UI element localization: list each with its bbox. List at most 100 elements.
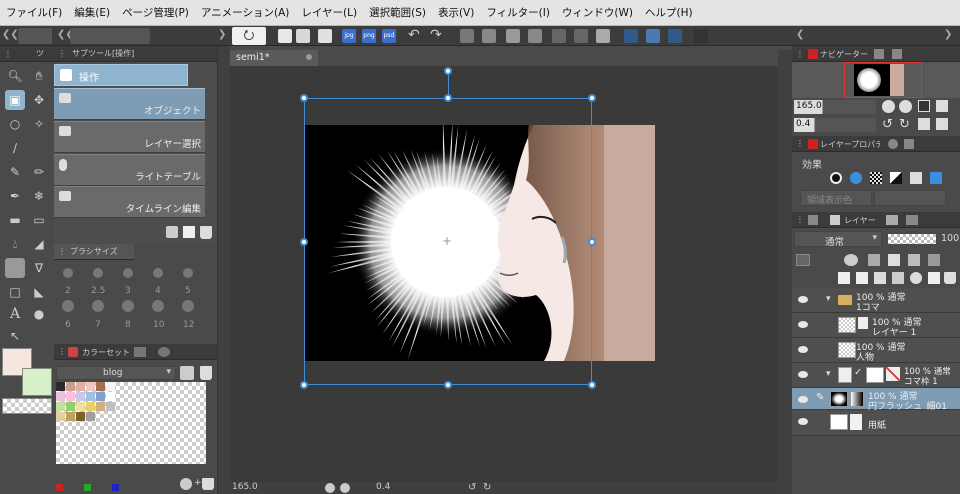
layer-row-frame-border[interactable]: ▾ ✓ 100 % 通常 コマ枠 1 <box>792 363 960 388</box>
border-effect-icon[interactable] <box>830 172 842 184</box>
menu-layer[interactable]: レイヤー(L) <box>295 5 363 20</box>
menu-filter[interactable]: フィルター(I) <box>480 5 556 20</box>
rotate-right-icon[interactable]: ↻ <box>483 482 491 493</box>
handle-right[interactable] <box>588 238 596 246</box>
handle-bottom[interactable] <box>444 381 452 389</box>
red-square-icon[interactable] <box>56 484 63 491</box>
grid-icon[interactable] <box>574 29 588 43</box>
area-display-value[interactable] <box>874 190 946 206</box>
opacity-value[interactable]: 100 <box>941 233 959 244</box>
brush-dot[interactable] <box>183 268 193 278</box>
hand-tool-icon[interactable]: ✋︎ <box>29 66 49 86</box>
export-png-icon[interactable]: png <box>362 29 376 43</box>
eye-icon[interactable] <box>798 418 808 425</box>
color-swatch[interactable] <box>56 402 65 411</box>
eye-icon[interactable] <box>798 371 808 378</box>
duplicate-subtool-icon[interactable] <box>183 226 195 238</box>
subtool-tab[interactable] <box>70 28 150 44</box>
menu-help[interactable]: ヘルプ(H) <box>639 5 699 20</box>
eye-icon[interactable] <box>798 396 808 403</box>
add-color-icon[interactable]: + <box>194 478 202 488</box>
clip-layer-icon[interactable] <box>844 254 858 266</box>
sub-color-swatch[interactable] <box>22 368 52 396</box>
nav-zoom-field[interactable]: 165.0 <box>794 100 876 114</box>
handle-bottom-right[interactable] <box>588 381 596 389</box>
brush-dot[interactable] <box>122 300 134 312</box>
color-swatch[interactable] <box>66 382 75 391</box>
color-history-tab-icon[interactable] <box>158 347 170 357</box>
balloon-tool-icon[interactable]: ● <box>29 304 49 324</box>
clip-studio-logo-icon[interactable]: ⭮ <box>232 27 266 45</box>
color-swatch[interactable] <box>86 402 95 411</box>
green-square-icon[interactable] <box>84 484 91 491</box>
tone-effect-icon[interactable] <box>870 172 882 184</box>
subtool-object[interactable]: オブジェクト <box>54 88 205 120</box>
handle-bottom-left[interactable] <box>300 381 308 389</box>
rotation-value[interactable]: 0.4 <box>376 482 390 492</box>
layer-color-swatch-icon[interactable] <box>930 172 942 184</box>
color-set-delete-icon[interactable] <box>200 366 212 380</box>
color-swatch[interactable] <box>66 392 75 401</box>
menu-view[interactable]: 表示(V) <box>432 5 480 20</box>
eye-icon[interactable] <box>798 321 808 328</box>
color-slider-tab-icon[interactable] <box>134 347 146 357</box>
canvas-tab[interactable]: semi1* <box>230 50 318 66</box>
threshold-icon[interactable] <box>910 172 922 184</box>
brush-tab-icon[interactable] <box>906 215 918 225</box>
lock-transparent-icon[interactable] <box>908 254 920 266</box>
menu-edit[interactable]: 編集(E) <box>68 5 116 20</box>
color-swatch[interactable] <box>106 392 115 401</box>
eyedropper-swatch-icon[interactable] <box>180 478 192 490</box>
transparent-swatch[interactable] <box>2 398 52 414</box>
snap-ruler-icon[interactable] <box>624 29 638 43</box>
magic-wand-icon[interactable]: ✧ <box>29 114 49 134</box>
color-swatch[interactable] <box>86 382 95 391</box>
color-swatch[interactable] <box>76 412 85 421</box>
handle-top[interactable] <box>444 94 452 102</box>
zoom-tool-icon[interactable]: 🔍︎ <box>5 66 25 86</box>
delete-layer-icon[interactable] <box>944 272 956 284</box>
color-swatch[interactable] <box>96 392 105 401</box>
subtool-group-operation[interactable]: 操作 <box>54 64 188 86</box>
handle-left[interactable] <box>300 238 308 246</box>
figure-tool-icon[interactable]: ∇ <box>29 258 49 278</box>
color-swatch[interactable] <box>106 382 115 391</box>
layer-tab-label[interactable]: レイヤー <box>844 215 876 226</box>
transfer-down-icon[interactable] <box>892 272 904 284</box>
collapse-left-arrow-icon[interactable]: ❮❮ <box>2 29 19 40</box>
material-tab-icon[interactable] <box>886 215 898 225</box>
layer-row-circle-flash[interactable]: ✎ 100 % 通常 円フラッシュ_細01 <box>792 388 960 412</box>
fill-tool-icon[interactable]: ◢ <box>29 234 49 254</box>
transform-bounding-box[interactable] <box>304 98 592 385</box>
tool-tab[interactable] <box>18 28 52 44</box>
mask-icon[interactable] <box>928 254 940 266</box>
frame-tool-icon[interactable]: □ <box>5 282 25 302</box>
airbrush-tool-icon[interactable]: ❄ <box>29 186 49 206</box>
export-psd-icon[interactable]: psd <box>382 29 396 43</box>
new-folder-icon[interactable] <box>874 272 886 284</box>
pen-pressure-icon[interactable] <box>668 29 682 43</box>
ruler-tool-icon[interactable]: ◣ <box>29 282 49 302</box>
scale-icon[interactable] <box>482 29 496 43</box>
redo-icon[interactable]: ↷ <box>430 27 442 43</box>
eraser-tool-icon[interactable]: ▭ <box>29 210 49 230</box>
new-file-icon[interactable] <box>278 29 292 43</box>
rotate-left-icon[interactable]: ↺ <box>468 482 476 493</box>
opacity-slider[interactable] <box>888 234 936 244</box>
layer-color-icon[interactable] <box>850 172 862 184</box>
nav-rotation-field[interactable]: 0.4 <box>794 118 876 132</box>
zoom-in-icon[interactable] <box>340 483 350 493</box>
color-swatch[interactable] <box>86 392 95 401</box>
color-set-settings-icon[interactable] <box>180 366 194 380</box>
undo-icon[interactable]: ↶ <box>408 27 420 43</box>
zoom-value[interactable]: 165.0 <box>232 482 258 492</box>
layer-property-tab-label[interactable]: レイヤープロパティ <box>820 139 880 150</box>
layer-search-tab-icon[interactable] <box>888 139 898 149</box>
subtool-settings-icon[interactable] <box>166 226 178 238</box>
decoration-tool-icon[interactable]: ▬ <box>5 210 25 230</box>
pen-tool-icon[interactable]: ✎ <box>5 162 25 182</box>
new-raster-layer-icon[interactable] <box>838 272 850 284</box>
nav-flip-horizontal-icon[interactable] <box>918 118 930 130</box>
remove-color-icon[interactable] <box>202 478 214 490</box>
menu-selection[interactable]: 選択範囲(S) <box>363 5 432 20</box>
